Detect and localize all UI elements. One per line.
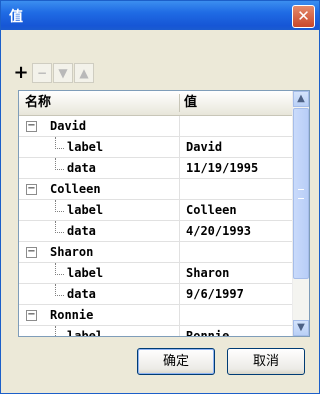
property-grid: 名称 值 − David label David data 11/19/1995… [18, 90, 310, 337]
group-row[interactable]: − Ronnie [19, 305, 292, 326]
group-label: Ronnie [50, 308, 94, 322]
property-value[interactable]: 9/6/1997 [186, 284, 244, 304]
scroll-down-icon[interactable]: ▼ [293, 320, 309, 336]
collapse-icon[interactable]: − [26, 184, 37, 195]
property-row[interactable]: label Sharon [19, 263, 292, 284]
property-label: data [67, 224, 96, 238]
add-icon[interactable]: + [11, 63, 31, 83]
column-header-name[interactable]: 名称 [25, 91, 51, 115]
property-row[interactable]: data 11/19/1995 [19, 158, 292, 179]
name-cell: − David [19, 116, 180, 136]
tree-connector [55, 221, 64, 233]
name-cell: − Ronnie [19, 305, 180, 325]
ok-button[interactable]: 确定 [137, 348, 215, 375]
property-value[interactable]: Sharon [186, 263, 229, 283]
group-label: Sharon [50, 245, 94, 259]
property-label: data [67, 287, 96, 301]
vertical-scrollbar[interactable]: ▲ ▼ [292, 91, 309, 336]
name-cell: label [19, 200, 180, 220]
cancel-button[interactable]: 取消 [227, 348, 305, 375]
name-cell: − Colleen [19, 179, 180, 199]
scroll-thumb[interactable] [293, 108, 309, 279]
property-value[interactable]: 4/20/1993 [186, 221, 251, 241]
tree-connector [55, 158, 64, 170]
scroll-up-icon[interactable]: ▲ [293, 91, 309, 107]
grip-icon [298, 189, 304, 199]
tree-connector [55, 263, 64, 275]
group-row[interactable]: − David [19, 116, 292, 137]
collapse-icon[interactable]: − [26, 247, 37, 258]
property-row[interactable]: label Ronnie [19, 326, 292, 337]
property-value[interactable]: Ronnie [186, 326, 229, 336]
property-row[interactable]: label Colleen [19, 200, 292, 221]
name-cell: − Sharon [19, 242, 180, 262]
grid-header: 名称 值 [19, 91, 292, 116]
column-divider[interactable] [179, 94, 180, 112]
property-row[interactable]: data 9/6/1997 [19, 284, 292, 305]
column-header-value[interactable]: 值 [184, 91, 197, 115]
group-label: David [50, 119, 87, 133]
window-title: 值 [9, 9, 23, 25]
name-cell: data [19, 158, 180, 178]
dialog-window: 值 ✕ + − ▼ ▲ 名称 值 − David label David dat… [0, 0, 320, 394]
name-cell: label [19, 263, 180, 283]
tree-connector [55, 326, 64, 336]
move-down-icon[interactable]: ▼ [53, 63, 73, 83]
remove-icon[interactable]: − [32, 63, 52, 83]
property-label: label [67, 266, 104, 280]
close-icon[interactable]: ✕ [292, 5, 315, 28]
title-bar[interactable]: 值 ✕ [1, 1, 319, 30]
property-label: label [67, 140, 104, 154]
tree-connector [55, 137, 64, 149]
property-value[interactable]: 11/19/1995 [186, 158, 258, 178]
property-row[interactable]: label David [19, 137, 292, 158]
name-cell: data [19, 284, 180, 304]
move-up-icon[interactable]: ▲ [74, 63, 94, 83]
name-cell: label [19, 326, 180, 337]
property-label: label [67, 203, 104, 217]
collapse-icon[interactable]: − [26, 121, 37, 132]
name-cell: data [19, 221, 180, 241]
group-label: Colleen [50, 182, 101, 196]
property-value[interactable]: David [186, 137, 222, 157]
property-row[interactable]: data 4/20/1993 [19, 221, 292, 242]
tree-connector [55, 200, 64, 212]
group-row[interactable]: − Sharon [19, 242, 292, 263]
collapse-icon[interactable]: − [26, 310, 37, 321]
property-label: label [67, 329, 104, 337]
property-value[interactable]: Colleen [186, 200, 237, 220]
name-cell: label [19, 137, 180, 157]
group-row[interactable]: − Colleen [19, 179, 292, 200]
tree-connector [55, 284, 64, 296]
property-label: data [67, 161, 96, 175]
